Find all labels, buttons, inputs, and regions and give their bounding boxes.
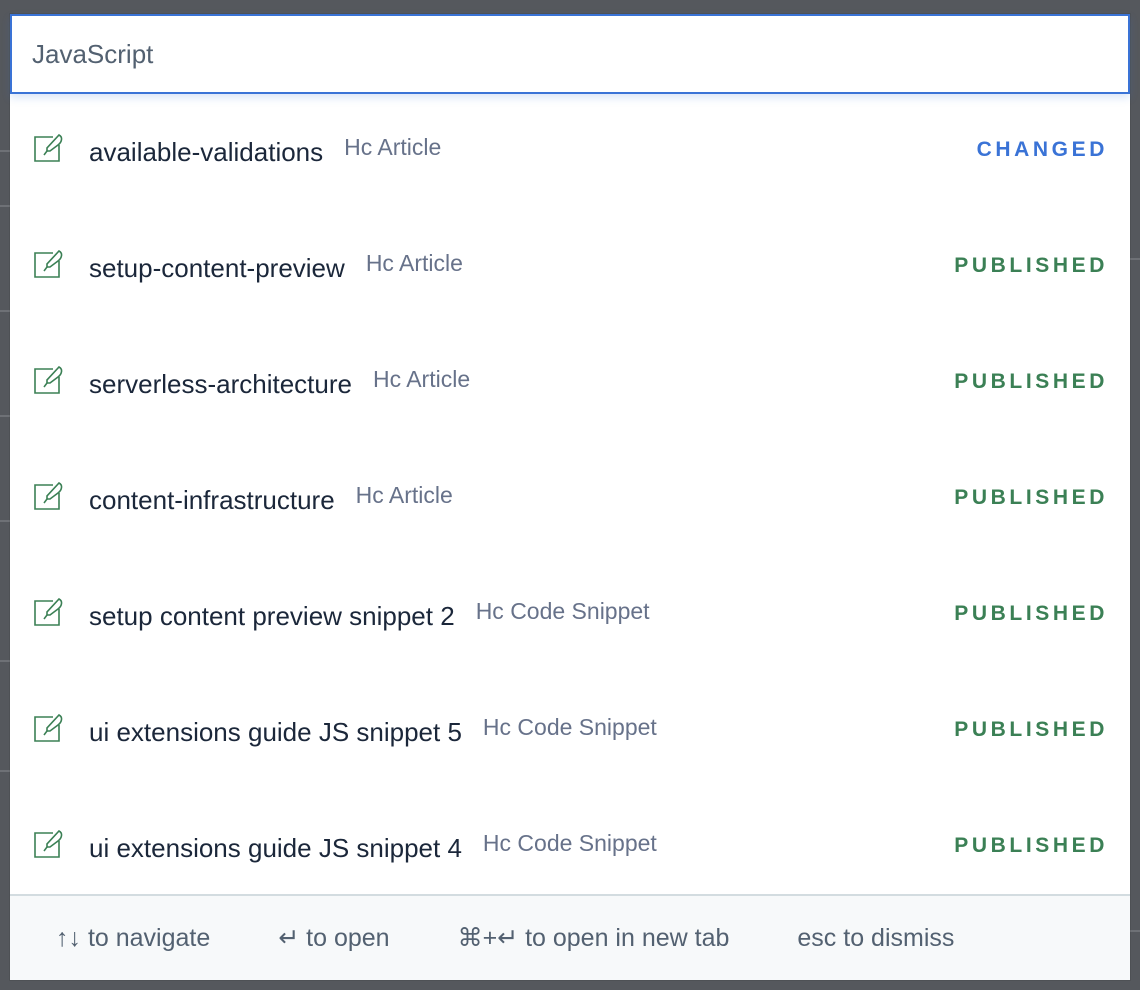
result-content-type: Hc Article <box>355 482 453 508</box>
status-badge: PUBLISHED <box>954 254 1108 277</box>
result-content-type: Hc Code Snippet <box>482 714 657 740</box>
result-content-type: Hc Article <box>344 134 442 160</box>
result-title: ui extensions guide JS snippet 5 <box>89 717 462 747</box>
result-row[interactable]: content-infrastructure Hc Article PUBLIS… <box>10 442 1130 558</box>
status-badge: PUBLISHED <box>954 486 1108 509</box>
keyboard-hints-footer: ↑↓ to navigate ↵ to open ⌘+↵ to open in … <box>10 894 1130 980</box>
result-title: setup-content-preview <box>89 253 345 283</box>
hint-dismiss: esc to dismiss <box>797 923 955 952</box>
entry-edit-icon <box>32 596 66 630</box>
search-input[interactable] <box>12 16 1128 92</box>
result-title: setup content preview snippet 2 <box>89 601 455 631</box>
entry-edit-icon <box>32 364 66 398</box>
entry-edit-icon <box>32 248 66 282</box>
result-title: available-validations <box>89 137 324 167</box>
quick-search-palette: available-validations Hc Article CHANGED… <box>10 14 1130 980</box>
hint-open-new-tab: ⌘+↵ to open in new tab <box>457 924 730 952</box>
result-title: ui extensions guide JS snippet 4 <box>89 833 462 863</box>
hint-navigate: ↑↓ to navigate <box>56 923 211 952</box>
hint-open: ↵ to open <box>278 924 390 952</box>
result-row[interactable]: serverless-architecture Hc Article PUBLI… <box>10 326 1130 442</box>
status-badge: CHANGED <box>976 138 1108 161</box>
result-content-type: Hc Code Snippet <box>475 598 650 624</box>
entry-edit-icon <box>32 132 66 166</box>
status-badge: PUBLISHED <box>954 602 1108 625</box>
result-row[interactable]: setup content preview snippet 2 Hc Code … <box>10 558 1130 674</box>
result-row[interactable]: ui extensions guide JS snippet 5 Hc Code… <box>10 674 1130 790</box>
entry-edit-icon <box>32 712 66 746</box>
result-row[interactable]: setup-content-preview Hc Article PUBLISH… <box>10 210 1130 326</box>
result-row[interactable]: ui extensions guide JS snippet 4 Hc Code… <box>10 790 1130 894</box>
status-badge: PUBLISHED <box>954 834 1108 857</box>
results-list: available-validations Hc Article CHANGED… <box>10 94 1130 894</box>
entry-edit-icon <box>32 480 66 514</box>
status-badge: PUBLISHED <box>954 370 1108 393</box>
result-row[interactable]: available-validations Hc Article CHANGED <box>10 94 1130 210</box>
status-badge: PUBLISHED <box>954 718 1108 741</box>
search-box <box>10 14 1130 94</box>
result-content-type: Hc Code Snippet <box>482 830 657 856</box>
result-content-type: Hc Article <box>372 366 471 392</box>
entry-edit-icon <box>32 828 66 862</box>
result-title: serverless-architecture <box>89 369 352 399</box>
result-content-type: Hc Article <box>365 250 463 276</box>
result-title: content-infrastructure <box>89 485 335 515</box>
